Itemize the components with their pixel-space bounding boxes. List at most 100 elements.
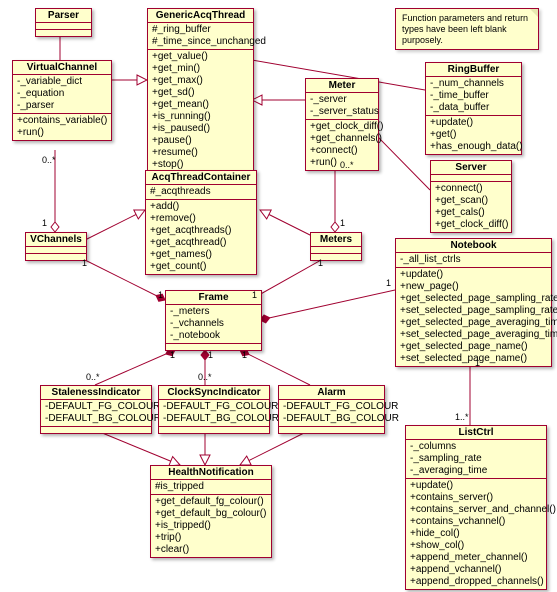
- class-title: VChannels: [26, 233, 86, 247]
- class-member: +remove(): [150, 213, 252, 225]
- class-member: +connect(): [435, 183, 507, 195]
- class-member: +get(): [430, 129, 517, 141]
- class-member: -_all_list_ctrls: [400, 254, 547, 266]
- class-member: +get_clock_diff(): [310, 121, 374, 133]
- class-member: +get_default_fg_colour(): [155, 496, 267, 508]
- class-title: StalenessIndicator: [41, 386, 151, 400]
- class-member: #_acqthreads: [150, 186, 252, 198]
- class-attrs: -_variable_dict-_equation-_parser: [13, 75, 111, 114]
- class-title: Frame: [166, 291, 261, 305]
- class-title: Server: [431, 161, 511, 175]
- class-member: #_time_since_unchanged: [152, 36, 249, 48]
- class-clocksyncindicator: ClockSyncIndicator -DEFAULT_FG_COLOUR-DE…: [158, 385, 270, 434]
- class-title: AcqThreadContainer: [146, 171, 256, 185]
- class-ops: +add()+remove()+get_acqthreads()+get_acq…: [146, 200, 256, 274]
- class-member: +get_max(): [152, 75, 249, 87]
- class-member: +get_mean(): [152, 99, 249, 111]
- class-member: -_variable_dict: [17, 76, 107, 88]
- class-member: -_vchannels: [170, 318, 257, 330]
- class-member: +trip(): [155, 532, 267, 544]
- class-member: +contains_server_and_channel(): [410, 504, 542, 516]
- class-member: +contains_server(): [410, 492, 542, 504]
- class-member: +run(): [17, 127, 107, 139]
- class-member: +add(): [150, 201, 252, 213]
- class-member: +is_tripped(): [155, 520, 267, 532]
- class-member: -DEFAULT_BG_COLOUR: [163, 413, 265, 425]
- class-attrs: #is_tripped: [151, 480, 271, 495]
- class-ops: +contains_variable()+run(): [13, 114, 111, 140]
- class-attrs: -_all_list_ctrls: [396, 253, 551, 268]
- class-member: +get_min(): [152, 63, 249, 75]
- class-acqthreadcontainer: AcqThreadContainer #_acqthreads +add()+r…: [145, 170, 257, 275]
- class-member: #is_tripped: [155, 481, 267, 493]
- class-member: +update(): [410, 480, 542, 492]
- note-text: Function parameters and return types hav…: [402, 13, 528, 45]
- multiplicity: 1: [318, 258, 323, 268]
- class-member: -_time_buffer: [430, 90, 517, 102]
- class-member: +get_scan(): [435, 195, 507, 207]
- multiplicity: 1: [158, 290, 163, 300]
- class-member: -_equation: [17, 88, 107, 100]
- class-member: +get_selected_page_averaging_time(): [400, 317, 547, 329]
- class-member: +is_paused(): [152, 123, 249, 135]
- multiplicity: 1: [242, 350, 247, 360]
- class-title: RingBuffer: [426, 63, 521, 77]
- class-server: Server +connect()+get_scan()+get_cals()+…: [430, 160, 512, 233]
- class-member: +contains_variable(): [17, 115, 107, 127]
- class-virtualchannel: VirtualChannel -_variable_dict-_equation…: [12, 60, 112, 141]
- class-attrs: -DEFAULT_FG_COLOUR-DEFAULT_BG_COLOUR: [159, 400, 269, 427]
- multiplicity: 1: [208, 350, 213, 360]
- class-member: -DEFAULT_FG_COLOUR: [45, 401, 147, 413]
- class-member: +clear(): [155, 544, 267, 556]
- multiplicity: 0..*: [340, 160, 354, 170]
- class-member: +get_value(): [152, 51, 249, 63]
- class-member: +get_names(): [150, 249, 252, 261]
- diagram-note: Function parameters and return types hav…: [395, 8, 539, 50]
- class-attrs: -DEFAULT_FG_COLOUR-DEFAULT_BG_COLOUR: [279, 400, 384, 427]
- class-title: Notebook: [396, 239, 551, 253]
- class-meter: Meter -_server-_server_status +get_clock…: [305, 78, 379, 171]
- multiplicity: 1: [475, 358, 480, 368]
- class-member: +get_selected_page_sampling_rate(): [400, 293, 547, 305]
- class-member: -_meters: [170, 306, 257, 318]
- class-parser: Parser: [35, 8, 92, 37]
- class-member: +pause(): [152, 135, 249, 147]
- class-ops: +update()+new_page()+get_selected_page_s…: [396, 268, 551, 366]
- class-listctrl: ListCtrl -_columns-_sampling_rate-_avera…: [405, 425, 547, 590]
- class-member: +get_cals(): [435, 207, 507, 219]
- uml-class-diagram: Function parameters and return types hav…: [0, 0, 557, 592]
- class-frame: Frame -_meters-_vchannels-_notebook: [165, 290, 262, 351]
- class-ops: +get_default_fg_colour()+get_default_bg_…: [151, 495, 271, 557]
- multiplicity: 1: [42, 218, 47, 228]
- class-title: Meters: [311, 233, 361, 247]
- class-member: -_num_channels: [430, 78, 517, 90]
- class-member: +get_default_bg_colour(): [155, 508, 267, 520]
- class-member: +get_sd(): [152, 87, 249, 99]
- class-member: +set_selected_page_name(): [400, 353, 547, 365]
- class-title: ClockSyncIndicator: [159, 386, 269, 400]
- class-title: ListCtrl: [406, 426, 546, 440]
- class-genericacqthread: GenericAcqThread #_ring_buffer#_time_sin…: [147, 8, 254, 173]
- class-member: -_server_status: [310, 106, 374, 118]
- class-member: +get_clock_diff(): [435, 219, 507, 231]
- class-attrs: -_meters-_vchannels-_notebook: [166, 305, 261, 344]
- multiplicity: 1: [252, 290, 257, 300]
- class-member: -_sampling_rate: [410, 453, 542, 465]
- class-notebook: Notebook -_all_list_ctrls +update()+new_…: [395, 238, 552, 367]
- class-member: +set_selected_page_averaging_time(): [400, 329, 547, 341]
- class-member: +connect(): [310, 145, 374, 157]
- class-member: -DEFAULT_FG_COLOUR: [283, 401, 380, 413]
- class-ringbuffer: RingBuffer -_num_channels-_time_buffer-_…: [425, 62, 522, 155]
- multiplicity: 1..*: [455, 412, 469, 422]
- multiplicity: 0..*: [86, 372, 100, 382]
- class-member: +update(): [430, 117, 517, 129]
- class-member: +new_page(): [400, 281, 547, 293]
- class-member: -DEFAULT_FG_COLOUR: [163, 401, 265, 413]
- class-member: +get_acqthreads(): [150, 225, 252, 237]
- class-member: -_parser: [17, 100, 107, 112]
- class-attrs: #_acqthreads: [146, 185, 256, 200]
- class-title: HealthNotification: [151, 466, 271, 480]
- class-member: +append_dropped_channels(): [410, 576, 542, 588]
- class-member: -_server: [310, 94, 374, 106]
- multiplicity: 1: [82, 258, 87, 268]
